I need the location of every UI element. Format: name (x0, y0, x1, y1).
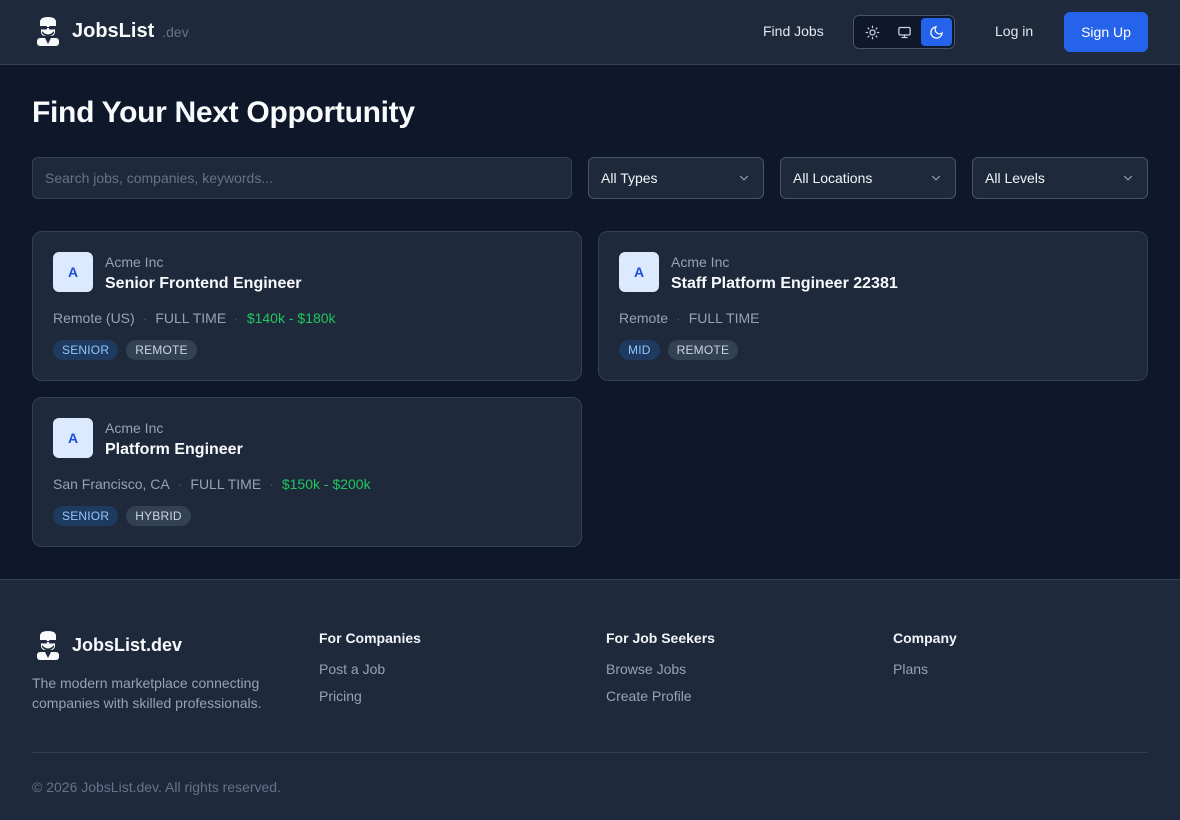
meta-separator: · (269, 476, 274, 492)
work-mode-badge: HYBRID (126, 506, 191, 526)
level-badge: MID (619, 340, 660, 360)
job-employment-type: FULL TIME (688, 310, 760, 326)
theme-dark-button[interactable] (921, 18, 952, 46)
moon-icon (930, 25, 943, 39)
meta-separator: · (234, 310, 239, 326)
footer-copyright: © 2026 JobsList.dev. All rights reserved… (32, 779, 281, 795)
meta-separator: · (142, 310, 148, 326)
signup-button[interactable]: Sign Up (1064, 12, 1148, 52)
job-title: Senior Frontend Engineer (105, 275, 302, 292)
company-name: Acme Inc (105, 254, 164, 270)
top-navbar: JobsList .dev Find Jobs Log in Sign Up (0, 0, 1180, 65)
footer-brand-name: JobsList.dev (72, 634, 183, 655)
job-tags: SENIOR HYBRID (53, 506, 199, 526)
meta-separator: · (177, 476, 183, 492)
job-meta: San Francisco, CA · FULL TIME · $150k - … (53, 476, 371, 492)
job-meta: Remote (US) · FULL TIME · $140k - $180k (53, 310, 336, 326)
work-mode-badge: REMOTE (667, 340, 739, 360)
job-tags: MID REMOTE (619, 340, 746, 360)
theme-light-button[interactable] (857, 18, 888, 46)
job-location: Remote (US) (53, 310, 135, 326)
footer-link-post-job[interactable]: Post a Job (319, 661, 421, 677)
job-employment-type: FULL TIME (190, 476, 262, 492)
brand-suffix: .dev (162, 24, 189, 40)
company-avatar: A (53, 418, 93, 458)
job-location: Remote (619, 310, 669, 326)
level-filter-value: All Levels (985, 170, 1045, 186)
sun-icon (865, 25, 880, 39)
footer-brand[interactable]: JobsList.dev (36, 630, 182, 660)
job-meta: Remote · FULL TIME (619, 310, 760, 326)
location-filter-value: All Locations (793, 170, 873, 186)
footer-link-pricing[interactable]: Pricing (319, 688, 421, 704)
footer-column-heading: Company (893, 630, 957, 646)
nav-find-jobs-link[interactable]: Find Jobs (763, 23, 824, 39)
site-footer: JobsList.dev The modern marketplace conn… (0, 579, 1180, 820)
footer-link-plans[interactable]: Plans (893, 661, 957, 677)
chevron-down-icon (1123, 175, 1133, 181)
footer-link-create-profile[interactable]: Create Profile (606, 688, 715, 704)
theme-system-button[interactable] (889, 18, 920, 46)
job-employment-type: FULL TIME (155, 310, 227, 326)
monitor-icon (898, 26, 911, 38)
brand-logo-link[interactable]: JobsList .dev (36, 16, 189, 46)
company-avatar: A (619, 252, 659, 292)
footer-column-companies: For Companies Post a Job Pricing (319, 630, 421, 715)
login-link[interactable]: Log in (995, 23, 1033, 39)
brand-name: JobsList (72, 19, 155, 42)
footer-column-heading: For Companies (319, 630, 421, 646)
page-title: Find Your Next Opportunity (32, 96, 415, 129)
search-input[interactable] (32, 157, 572, 199)
job-location: San Francisco, CA (53, 476, 170, 492)
level-filter-select[interactable]: All Levels (972, 157, 1148, 199)
job-salary: $150k - $200k (281, 476, 371, 492)
company-name: Acme Inc (671, 254, 730, 270)
location-filter-select[interactable]: All Locations (780, 157, 956, 199)
footer-link-browse-jobs[interactable]: Browse Jobs (606, 661, 715, 677)
job-tags: SENIOR REMOTE (53, 340, 205, 360)
developer-avatar-icon (37, 17, 59, 46)
company-avatar: A (53, 252, 93, 292)
theme-switcher (853, 15, 955, 49)
job-salary: $140k - $180k (246, 310, 336, 326)
developer-avatar-icon (37, 631, 59, 660)
footer-column-heading: For Job Seekers (606, 630, 715, 646)
level-badge: SENIOR (53, 506, 119, 526)
footer-divider (32, 752, 1148, 753)
meta-separator: · (676, 310, 681, 326)
footer-column-job-seekers: For Job Seekers Browse Jobs Create Profi… (606, 630, 715, 715)
type-filter-select[interactable]: All Types (588, 157, 764, 199)
chevron-down-icon (739, 175, 749, 181)
job-card[interactable]: A Acme Inc Senior Frontend Engineer Remo… (32, 231, 582, 381)
job-title: Platform Engineer (105, 441, 243, 458)
job-card[interactable]: A Acme Inc Staff Platform Engineer 22381… (598, 231, 1148, 381)
job-card[interactable]: A Acme Inc Platform Engineer San Francis… (32, 397, 582, 547)
company-name: Acme Inc (105, 420, 164, 436)
type-filter-value: All Types (601, 170, 658, 186)
work-mode-badge: REMOTE (126, 340, 197, 360)
chevron-down-icon (931, 175, 941, 181)
job-title: Staff Platform Engineer 22381 (671, 275, 898, 292)
footer-description: The modern marketplace connecting compan… (32, 675, 262, 711)
level-badge: SENIOR (53, 340, 119, 360)
footer-column-company: Company Plans (893, 630, 957, 688)
